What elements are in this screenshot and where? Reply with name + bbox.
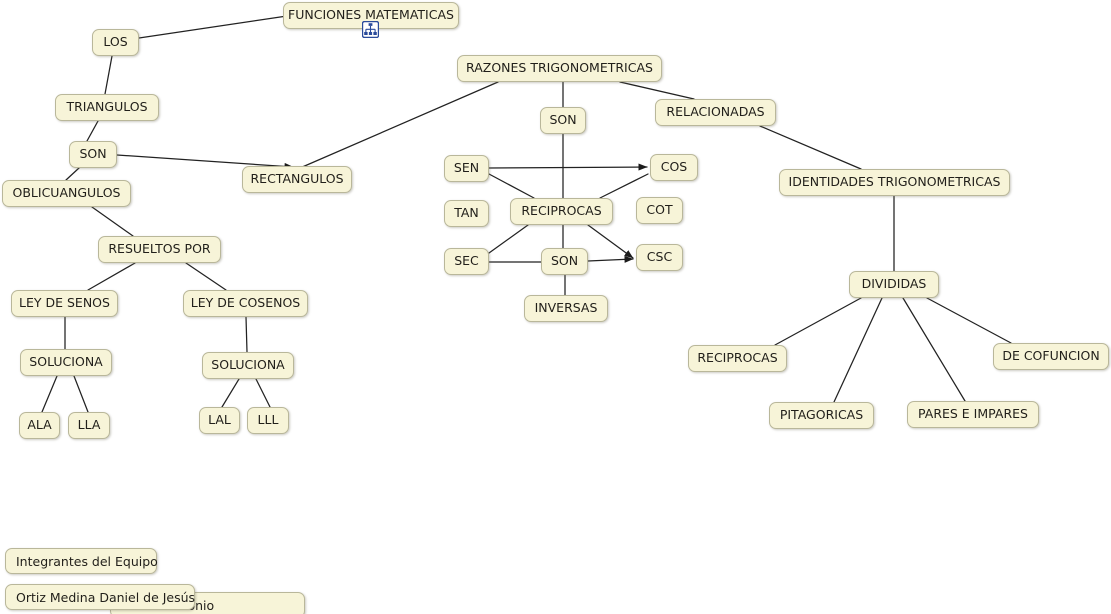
- node-label-lll: LLL: [257, 412, 279, 428]
- node-label-oblicuangulos: OBLICUANGULOS: [12, 185, 121, 201]
- node-label-lla: LLA: [77, 417, 101, 433]
- node-lla[interactable]: LLA: [68, 412, 110, 439]
- node-label-cofuncion: DE COFUNCION: [1002, 348, 1100, 364]
- node-leysenos[interactable]: LEY DE SENOS: [11, 290, 118, 317]
- node-label-son1: SON: [549, 112, 577, 128]
- legend-name-1-label: Ortiz Medina Daniel de Jesús: [16, 589, 196, 605]
- edge-son3-to-csc[interactable]: [587, 255, 634, 263]
- edge-razones-to-relacionadas[interactable]: [619, 81, 695, 100]
- node-cofuncion[interactable]: DE COFUNCION: [993, 343, 1109, 370]
- node-label-sen: SEN: [453, 160, 480, 176]
- node-label-lal: LAL: [208, 412, 231, 428]
- node-label-csc: CSC: [646, 249, 673, 265]
- node-triangulos[interactable]: TRIANGULOS: [55, 94, 159, 121]
- node-cot[interactable]: COT: [636, 197, 683, 224]
- node-label-funciones: FUNCIONES MATEMATICAS: [288, 7, 454, 23]
- node-son2[interactable]: SON: [69, 141, 117, 168]
- edge-soluciona1-to-lla[interactable]: [73, 375, 89, 413]
- node-label-inversas: INVERSAS: [534, 300, 598, 316]
- node-cos[interactable]: COS: [650, 154, 698, 181]
- node-tan[interactable]: TAN: [444, 200, 489, 227]
- node-label-paresimpares: PARES E IMPARES: [918, 406, 1028, 422]
- node-son3[interactable]: SON: [541, 248, 588, 275]
- node-sec[interactable]: SEC: [444, 248, 489, 275]
- submap-icon[interactable]: [362, 21, 379, 38]
- edge-los-to-triangulos[interactable]: [104, 55, 113, 95]
- edge-son2-to-oblicuangulos[interactable]: [65, 167, 80, 181]
- node-label-reciprocas1: RECIPROCAS: [521, 203, 602, 219]
- legend-name-1[interactable]: Ortiz Medina Daniel de Jesús: [5, 584, 195, 610]
- node-label-rectangulos: RECTANGULOS: [250, 171, 344, 187]
- node-reciprocas1[interactable]: RECIPROCAS: [510, 198, 613, 225]
- edge-los-to-funciones[interactable]: [138, 15, 288, 39]
- node-label-sec: SEC: [454, 253, 479, 269]
- node-reciprocas2[interactable]: RECIPROCAS: [688, 345, 787, 372]
- edge-resueltos-to-leycosenos[interactable]: [185, 262, 227, 291]
- edge-dividas-to-cofuncion[interactable]: [926, 297, 1012, 344]
- edge-relacionadas-to-identidades[interactable]: [759, 125, 862, 170]
- node-lal[interactable]: LAL: [199, 407, 240, 434]
- edge-soluciona2-to-lal[interactable]: [221, 378, 240, 408]
- edge-dividas-to-reciprocas2[interactable]: [774, 297, 862, 346]
- edge-reciprocas1-to-sec[interactable]: [488, 224, 529, 254]
- node-leycosenos[interactable]: LEY DE COSENOS: [183, 290, 308, 317]
- edge-resueltos-to-leysenos[interactable]: [87, 262, 136, 291]
- legend-title[interactable]: Integrantes del Equipo: [5, 548, 158, 574]
- node-lll[interactable]: LLL: [247, 407, 289, 434]
- node-label-leycosenos: LEY DE COSENOS: [190, 295, 301, 311]
- node-son1[interactable]: SON: [540, 107, 586, 134]
- edge-soluciona1-to-ala[interactable]: [41, 375, 58, 413]
- edge-reciprocas1-to-csc[interactable]: [587, 224, 634, 259]
- node-ala[interactable]: ALA: [19, 412, 60, 439]
- node-label-cos: COS: [660, 159, 688, 175]
- node-resueltos[interactable]: RESUELTOS POR: [98, 236, 221, 263]
- node-label-razones: RAZONES TRIGONOMETRICAS: [466, 60, 653, 76]
- edge-triangulos-to-son2[interactable]: [86, 120, 99, 142]
- node-csc[interactable]: CSC: [636, 244, 683, 271]
- node-label-son3: SON: [550, 253, 579, 269]
- node-label-ala: ALA: [27, 417, 52, 433]
- edge-sen-to-cos[interactable]: [488, 163, 648, 171]
- node-label-son2: SON: [79, 146, 107, 162]
- node-paresimpares[interactable]: PARES E IMPARES: [907, 401, 1039, 428]
- legend-title-label: Integrantes del Equipo: [16, 553, 158, 569]
- node-label-soluciona2: SOLUCIONA: [211, 357, 285, 373]
- node-oblicuangulos[interactable]: OBLICUANGULOS: [2, 180, 131, 207]
- node-relacionadas[interactable]: RELACIONADAS: [655, 99, 776, 126]
- node-sen[interactable]: SEN: [444, 155, 489, 182]
- node-razones[interactable]: RAZONES TRIGONOMETRICAS: [457, 55, 662, 82]
- node-label-cot: COT: [646, 202, 673, 218]
- node-identidades[interactable]: IDENTIDADES TRIGONOMETRICAS: [779, 169, 1010, 196]
- node-label-reciprocas2: RECIPROCAS: [697, 350, 778, 366]
- concept-map-canvas: FUNCIONES MATEMATICAS LOS RAZONES TRIGONOM…: [0, 0, 1111, 614]
- node-dividas[interactable]: DIVIDIDAS: [849, 271, 939, 298]
- edge-leycosenos-to-soluciona2[interactable]: [245, 316, 248, 353]
- edge-soluciona2-to-lll[interactable]: [255, 378, 271, 408]
- node-label-soluciona1: SOLUCIONA: [29, 354, 103, 370]
- node-rectangulos[interactable]: RECTANGULOS: [242, 166, 352, 193]
- node-label-tan: TAN: [454, 205, 479, 221]
- node-label-los: LOS: [103, 34, 128, 50]
- node-inversas[interactable]: INVERSAS: [524, 295, 608, 322]
- node-label-pitagoricas: PITAGORICAS: [779, 407, 864, 423]
- edge-dividas-to-pitagoricas[interactable]: [833, 297, 883, 403]
- node-label-leysenos: LEY DE SENOS: [19, 295, 110, 311]
- node-los[interactable]: LOS: [92, 29, 139, 56]
- node-soluciona1[interactable]: SOLUCIONA: [20, 349, 112, 376]
- node-label-relacionadas: RELACIONADAS: [666, 104, 765, 120]
- edge-reciprocas1-to-cos[interactable]: [599, 173, 649, 199]
- edge-sen-to-reciprocas1[interactable]: [488, 173, 535, 199]
- node-soluciona2[interactable]: SOLUCIONA: [202, 352, 294, 379]
- node-label-dividas: DIVIDIDAS: [861, 276, 927, 292]
- node-label-identidades: IDENTIDADES TRIGONOMETRICAS: [788, 174, 1001, 190]
- edge-dividas-to-paresimpares[interactable]: [902, 297, 966, 402]
- edge-oblicuangulos-to-resueltos[interactable]: [91, 206, 134, 237]
- node-label-resueltos: RESUELTOS POR: [108, 241, 211, 257]
- node-label-triangulos: TRIANGULOS: [66, 99, 148, 115]
- node-pitagoricas[interactable]: PITAGORICAS: [769, 402, 874, 429]
